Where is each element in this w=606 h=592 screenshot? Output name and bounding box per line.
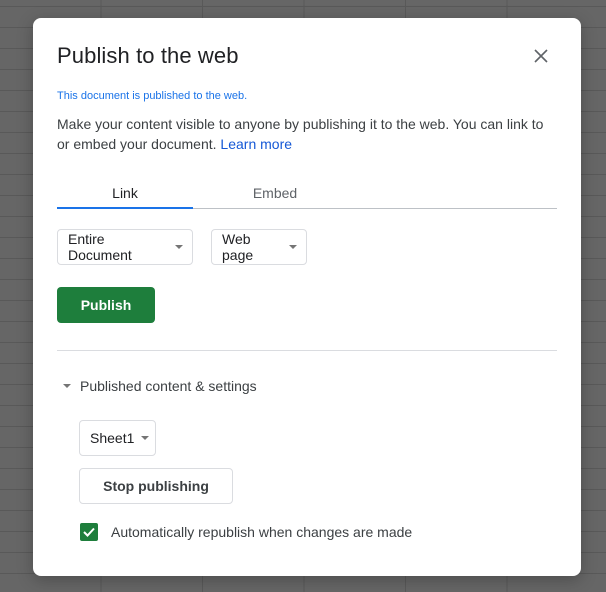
published-settings-toggle[interactable]: Published content & settings xyxy=(61,378,257,394)
format-select-value: Web page xyxy=(222,231,254,263)
auto-republish-row: Automatically republish when changes are… xyxy=(80,523,412,541)
format-select[interactable]: Web page xyxy=(211,229,307,265)
stop-publishing-button[interactable]: Stop publishing xyxy=(79,468,233,504)
caret-down-icon xyxy=(63,384,71,388)
tab-embed[interactable]: Embed xyxy=(207,182,343,208)
description-text: Make your content visible to anyone by p… xyxy=(57,116,544,152)
publish-status-text: This document is published to the web. xyxy=(57,90,248,102)
sheet-select[interactable]: Sheet1 xyxy=(79,420,156,456)
publish-dialog: Publish to the web This document is publ… xyxy=(33,18,581,576)
tab-bar: Link Embed xyxy=(57,182,557,209)
auto-republish-label: Automatically republish when changes are… xyxy=(111,524,413,540)
tab-link[interactable]: Link xyxy=(57,182,193,209)
published-settings-header: Published content & settings xyxy=(80,378,257,394)
learn-more-link[interactable]: Learn more xyxy=(220,136,292,152)
caret-down-icon xyxy=(141,436,150,440)
auto-republish-checkbox[interactable] xyxy=(80,523,98,541)
scope-select-value: Entire Document xyxy=(68,231,132,263)
close-icon xyxy=(534,49,548,63)
sheet-select-value: Sheet1 xyxy=(90,430,135,446)
dialog-description: Make your content visible to anyone by p… xyxy=(57,114,557,154)
caret-down-icon xyxy=(289,245,297,249)
dialog-title: Publish to the web xyxy=(57,43,239,68)
publish-button[interactable]: Publish xyxy=(57,287,155,323)
section-divider xyxy=(57,350,557,351)
checkmark-icon xyxy=(83,527,95,537)
scope-select[interactable]: Entire Document xyxy=(57,229,193,265)
caret-down-icon xyxy=(175,245,183,249)
close-button[interactable] xyxy=(529,44,553,68)
